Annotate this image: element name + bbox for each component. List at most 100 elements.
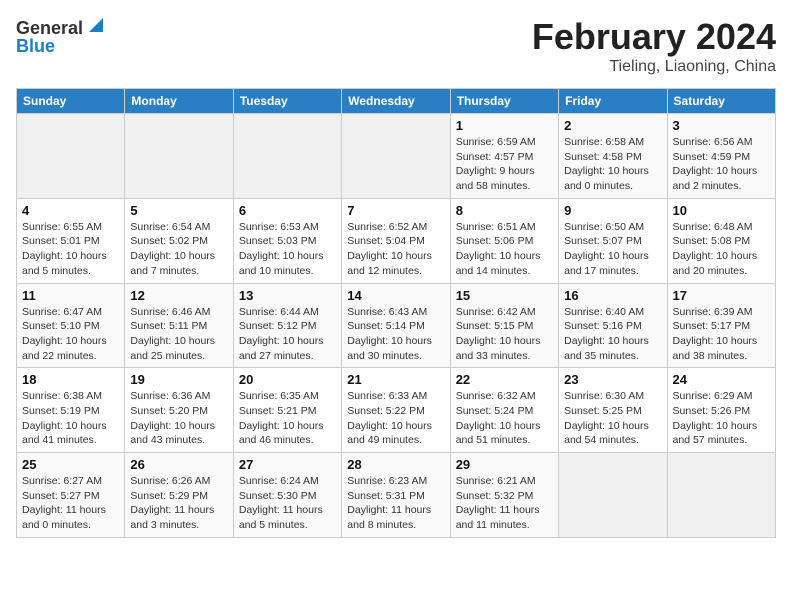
day-info: Sunrise: 6:47 AM Sunset: 5:10 PM Dayligh…	[22, 305, 119, 364]
day-info: Sunrise: 6:24 AM Sunset: 5:30 PM Dayligh…	[239, 474, 336, 533]
day-number: 29	[456, 457, 553, 472]
calendar-cell: 16 Sunrise: 6:40 AM Sunset: 5:16 PM Dayli…	[559, 283, 667, 368]
day-header-friday: Friday	[559, 89, 667, 114]
day-number: 13	[239, 288, 336, 303]
calendar-cell: 10Sunrise: 6:48 AM Sunset: 5:08 PM Dayli…	[667, 198, 775, 283]
day-number: 2	[564, 118, 661, 133]
logo: General Blue	[16, 16, 103, 57]
day-number: 27	[239, 457, 336, 472]
calendar-cell: 27 Sunrise: 6:24 AM Sunset: 5:30 PM Dayli…	[233, 453, 341, 538]
calendar-cell: 7 Sunrise: 6:52 AM Sunset: 5:04 PM Daylig…	[342, 198, 450, 283]
calendar-cell: 15 Sunrise: 6:42 AM Sunset: 5:15 PM Dayli…	[450, 283, 558, 368]
calendar-cell: 13 Sunrise: 6:44 AM Sunset: 5:12 PM Dayli…	[233, 283, 341, 368]
day-info: Sunrise: 6:30 AM Sunset: 5:25 PM Dayligh…	[564, 389, 661, 448]
day-header-thursday: Thursday	[450, 89, 558, 114]
day-info: Sunrise: 6:50 AM Sunset: 5:07 PM Dayligh…	[564, 220, 661, 279]
calendar-week-row: 25 Sunrise: 6:27 AM Sunset: 5:27 PM Dayli…	[17, 453, 776, 538]
calendar-cell: 3 Sunrise: 6:56 AM Sunset: 4:59 PM Daylig…	[667, 114, 775, 199]
day-number: 3	[673, 118, 770, 133]
calendar-cell	[559, 453, 667, 538]
day-info: Sunrise: 6:26 AM Sunset: 5:29 PM Dayligh…	[130, 474, 227, 533]
calendar-cell	[125, 114, 233, 199]
calendar-cell: 2Sunrise: 6:58 AM Sunset: 4:58 PM Daylig…	[559, 114, 667, 199]
day-header-wednesday: Wednesday	[342, 89, 450, 114]
calendar-table: SundayMondayTuesdayWednesdayThursdayFrid…	[16, 88, 776, 538]
day-info: Sunrise: 6:56 AM Sunset: 4:59 PM Dayligh…	[673, 135, 770, 194]
calendar-cell: 17 Sunrise: 6:39 AM Sunset: 5:17 PM Dayli…	[667, 283, 775, 368]
day-info: Sunrise: 6:51 AM Sunset: 5:06 PM Dayligh…	[456, 220, 553, 279]
day-info: Sunrise: 6:44 AM Sunset: 5:12 PM Dayligh…	[239, 305, 336, 364]
day-number: 26	[130, 457, 227, 472]
calendar-cell: 25 Sunrise: 6:27 AM Sunset: 5:27 PM Dayli…	[17, 453, 125, 538]
day-info: Sunrise: 6:52 AM Sunset: 5:04 PM Dayligh…	[347, 220, 444, 279]
day-number: 24	[673, 372, 770, 387]
day-number: 19	[130, 372, 227, 387]
page-header: General Blue February 2024 Tieling, Liao…	[16, 16, 776, 76]
calendar-cell: 21Sunrise: 6:33 AM Sunset: 5:22 PM Dayli…	[342, 368, 450, 453]
day-info: Sunrise: 6:35 AM Sunset: 5:21 PM Dayligh…	[239, 389, 336, 448]
day-number: 4	[22, 203, 119, 218]
day-number: 16	[564, 288, 661, 303]
calendar-cell: 24 Sunrise: 6:29 AM Sunset: 5:26 PM Dayli…	[667, 368, 775, 453]
calendar-cell: 23Sunrise: 6:30 AM Sunset: 5:25 PM Dayli…	[559, 368, 667, 453]
day-info: Sunrise: 6:48 AM Sunset: 5:08 PM Dayligh…	[673, 220, 770, 279]
calendar-week-row: 11 Sunrise: 6:47 AM Sunset: 5:10 PM Dayli…	[17, 283, 776, 368]
calendar-cell: 26 Sunrise: 6:26 AM Sunset: 5:29 PM Dayli…	[125, 453, 233, 538]
calendar-cell: 28Sunrise: 6:23 AM Sunset: 5:31 PM Dayli…	[342, 453, 450, 538]
calendar-cell: 29 Sunrise: 6:21 AM Sunset: 5:32 PM Dayli…	[450, 453, 558, 538]
calendar-cell: 14 Sunrise: 6:43 AM Sunset: 5:14 PM Dayli…	[342, 283, 450, 368]
day-number: 11	[22, 288, 119, 303]
day-info: Sunrise: 6:27 AM Sunset: 5:27 PM Dayligh…	[22, 474, 119, 533]
calendar-cell: 5Sunrise: 6:54 AM Sunset: 5:02 PM Daylig…	[125, 198, 233, 283]
day-info: Sunrise: 6:29 AM Sunset: 5:26 PM Dayligh…	[673, 389, 770, 448]
day-number: 1	[456, 118, 553, 133]
calendar-cell: 18Sunrise: 6:38 AM Sunset: 5:19 PM Dayli…	[17, 368, 125, 453]
title-area: February 2024 Tieling, Liaoning, China	[532, 16, 776, 76]
calendar-cell: 4Sunrise: 6:55 AM Sunset: 5:01 PM Daylig…	[17, 198, 125, 283]
day-info: Sunrise: 6:46 AM Sunset: 5:11 PM Dayligh…	[130, 305, 227, 364]
calendar-cell: 11 Sunrise: 6:47 AM Sunset: 5:10 PM Dayli…	[17, 283, 125, 368]
day-number: 15	[456, 288, 553, 303]
day-header-monday: Monday	[125, 89, 233, 114]
day-number: 14	[347, 288, 444, 303]
day-info: Sunrise: 6:40 AM Sunset: 5:16 PM Dayligh…	[564, 305, 661, 364]
logo-blue: Blue	[16, 37, 55, 57]
day-number: 7	[347, 203, 444, 218]
calendar-cell	[342, 114, 450, 199]
day-info: Sunrise: 6:42 AM Sunset: 5:15 PM Dayligh…	[456, 305, 553, 364]
calendar-cell: 9 Sunrise: 6:50 AM Sunset: 5:07 PM Daylig…	[559, 198, 667, 283]
day-number: 17	[673, 288, 770, 303]
day-header-saturday: Saturday	[667, 89, 775, 114]
calendar-cell: 22 Sunrise: 6:32 AM Sunset: 5:24 PM Dayli…	[450, 368, 558, 453]
day-number: 20	[239, 372, 336, 387]
calendar-header-row: SundayMondayTuesdayWednesdayThursdayFrid…	[17, 89, 776, 114]
day-number: 9	[564, 203, 661, 218]
logo-triangle-icon	[85, 16, 103, 39]
calendar-cell: 8 Sunrise: 6:51 AM Sunset: 5:06 PM Daylig…	[450, 198, 558, 283]
day-number: 8	[456, 203, 553, 218]
day-number: 28	[347, 457, 444, 472]
calendar-cell: 1 Sunrise: 6:59 AM Sunset: 4:57 PM Daylig…	[450, 114, 558, 199]
day-number: 25	[22, 457, 119, 472]
day-info: Sunrise: 6:36 AM Sunset: 5:20 PM Dayligh…	[130, 389, 227, 448]
day-number: 12	[130, 288, 227, 303]
day-info: Sunrise: 6:59 AM Sunset: 4:57 PM Dayligh…	[456, 135, 553, 194]
day-info: Sunrise: 6:43 AM Sunset: 5:14 PM Dayligh…	[347, 305, 444, 364]
day-header-sunday: Sunday	[17, 89, 125, 114]
day-number: 22	[456, 372, 553, 387]
day-info: Sunrise: 6:33 AM Sunset: 5:22 PM Dayligh…	[347, 389, 444, 448]
calendar-cell: 6 Sunrise: 6:53 AM Sunset: 5:03 PM Daylig…	[233, 198, 341, 283]
calendar-cell	[17, 114, 125, 199]
day-info: Sunrise: 6:32 AM Sunset: 5:24 PM Dayligh…	[456, 389, 553, 448]
month-title: February 2024	[532, 16, 776, 58]
day-info: Sunrise: 6:21 AM Sunset: 5:32 PM Dayligh…	[456, 474, 553, 533]
calendar-week-row: 4Sunrise: 6:55 AM Sunset: 5:01 PM Daylig…	[17, 198, 776, 283]
day-number: 18	[22, 372, 119, 387]
day-info: Sunrise: 6:53 AM Sunset: 5:03 PM Dayligh…	[239, 220, 336, 279]
day-info: Sunrise: 6:39 AM Sunset: 5:17 PM Dayligh…	[673, 305, 770, 364]
calendar-week-row: 1 Sunrise: 6:59 AM Sunset: 4:57 PM Daylig…	[17, 114, 776, 199]
location-title: Tieling, Liaoning, China	[532, 58, 776, 76]
day-number: 6	[239, 203, 336, 218]
calendar-cell: 19 Sunrise: 6:36 AM Sunset: 5:20 PM Dayli…	[125, 368, 233, 453]
calendar-cell	[667, 453, 775, 538]
